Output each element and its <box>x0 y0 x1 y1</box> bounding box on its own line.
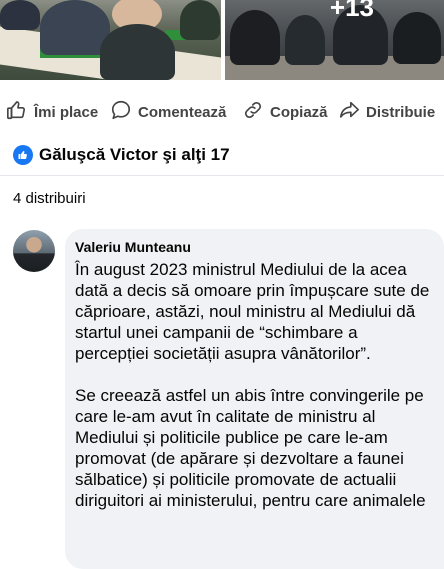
post-photo-1[interactable] <box>0 0 221 80</box>
comment-bubble: Valeriu Munteanu În august 2023 ministru… <box>65 229 444 569</box>
reactors-names: Găluşcă Victor şi alţi 17 <box>39 145 230 164</box>
reactions-summary[interactable]: Găluşcă Victor şi alţi 17 <box>13 145 230 165</box>
comment-label: Comentează <box>138 103 227 121</box>
comment-author[interactable]: Valeriu Munteanu <box>75 239 191 255</box>
copy-label: Copiază <box>270 103 328 121</box>
comment-text: În august 2023 ministrul Mediului de la … <box>75 260 430 510</box>
post-photo-2-more[interactable]: +13 <box>225 0 444 80</box>
post-action-bar: Îmi place Comentează Copiază Distribuie <box>0 92 444 132</box>
divider <box>0 175 444 176</box>
post-photos: +13 <box>0 0 444 80</box>
copy-link-button[interactable]: Copiază <box>242 99 328 125</box>
more-photos-count: +13 <box>329 0 374 22</box>
share-button[interactable]: Distribuie <box>338 99 435 125</box>
like-label: Îmi place <box>34 103 99 121</box>
avatar[interactable] <box>13 230 55 272</box>
like-button[interactable]: Îmi place <box>6 99 98 125</box>
share-label: Distribuie <box>366 103 436 121</box>
thumbs-up-icon <box>6 99 28 125</box>
shares-count[interactable]: 4 distribuiri <box>13 190 86 207</box>
share-arrow-icon <box>338 99 360 125</box>
like-reaction-icon <box>13 145 33 165</box>
speech-bubble-icon <box>110 99 132 125</box>
link-icon <box>242 99 264 125</box>
comment-button[interactable]: Comentează <box>110 99 226 125</box>
